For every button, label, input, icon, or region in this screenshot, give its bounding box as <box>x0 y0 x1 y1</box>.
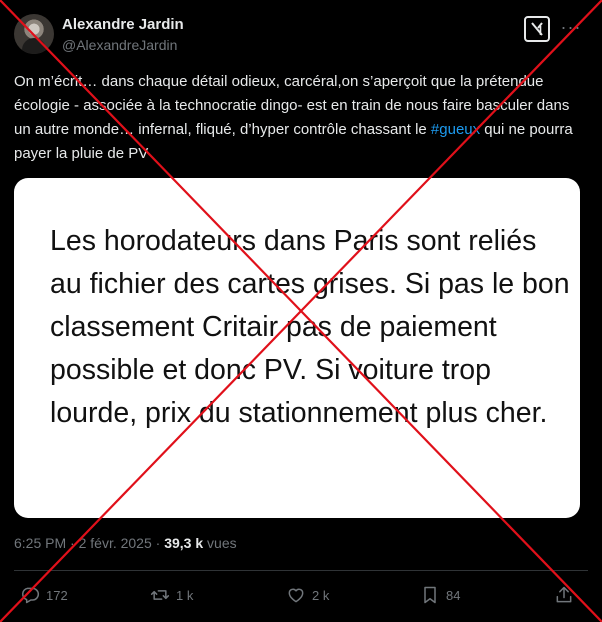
tweet-date[interactable]: 2 févr. 2025 <box>79 535 152 551</box>
reply-count: 172 <box>46 587 68 603</box>
meta-separator: · <box>66 535 79 551</box>
reply-button[interactable]: 172 <box>20 584 68 606</box>
heart-icon <box>288 588 304 603</box>
action-bar: 172 1 k 2 k 84 <box>0 580 602 610</box>
avatar[interactable] <box>14 14 54 54</box>
author-name[interactable]: Alexandre Jardin <box>62 16 184 33</box>
repost-button[interactable]: 1 k <box>150 584 193 606</box>
views-label: vues <box>203 535 237 551</box>
tweet-text: On m’écrit… dans chaque détail odieux, c… <box>14 70 584 166</box>
image-text: Les horodateurs dans Paris sont reliés a… <box>50 225 570 429</box>
hashtag-link[interactable]: #gueux <box>431 121 480 138</box>
grok-button[interactable] <box>524 16 550 42</box>
meta-separator: · <box>151 535 165 551</box>
views-count: 39,3 k <box>164 535 204 551</box>
bookmark-button[interactable]: 84 <box>420 584 460 606</box>
bookmark-count: 84 <box>446 587 461 603</box>
bookmark-icon <box>424 586 436 604</box>
grok-icon <box>531 22 543 36</box>
like-count: 2 k <box>312 587 330 603</box>
reply-icon <box>22 587 40 604</box>
tweet-time[interactable]: 6:25 PM <box>14 535 66 551</box>
repost-icon <box>150 590 170 600</box>
share-button[interactable] <box>554 584 574 606</box>
tweet-meta: 6:25 PM · 2 févr. 2025 · 39,3 k vues <box>14 535 237 551</box>
share-icon <box>556 586 572 603</box>
more-icon[interactable]: ··· <box>560 18 582 38</box>
tweet-image[interactable]: Les horodateurs dans Paris sont reliés a… <box>14 178 580 518</box>
divider <box>14 570 588 571</box>
like-button[interactable]: 2 k <box>286 584 329 606</box>
author-handle[interactable]: @AlexandreJardin <box>62 37 177 53</box>
tweet-view: Alexandre Jardin @AlexandreJardin ··· On… <box>0 0 602 622</box>
repost-count: 1 k <box>176 587 194 603</box>
